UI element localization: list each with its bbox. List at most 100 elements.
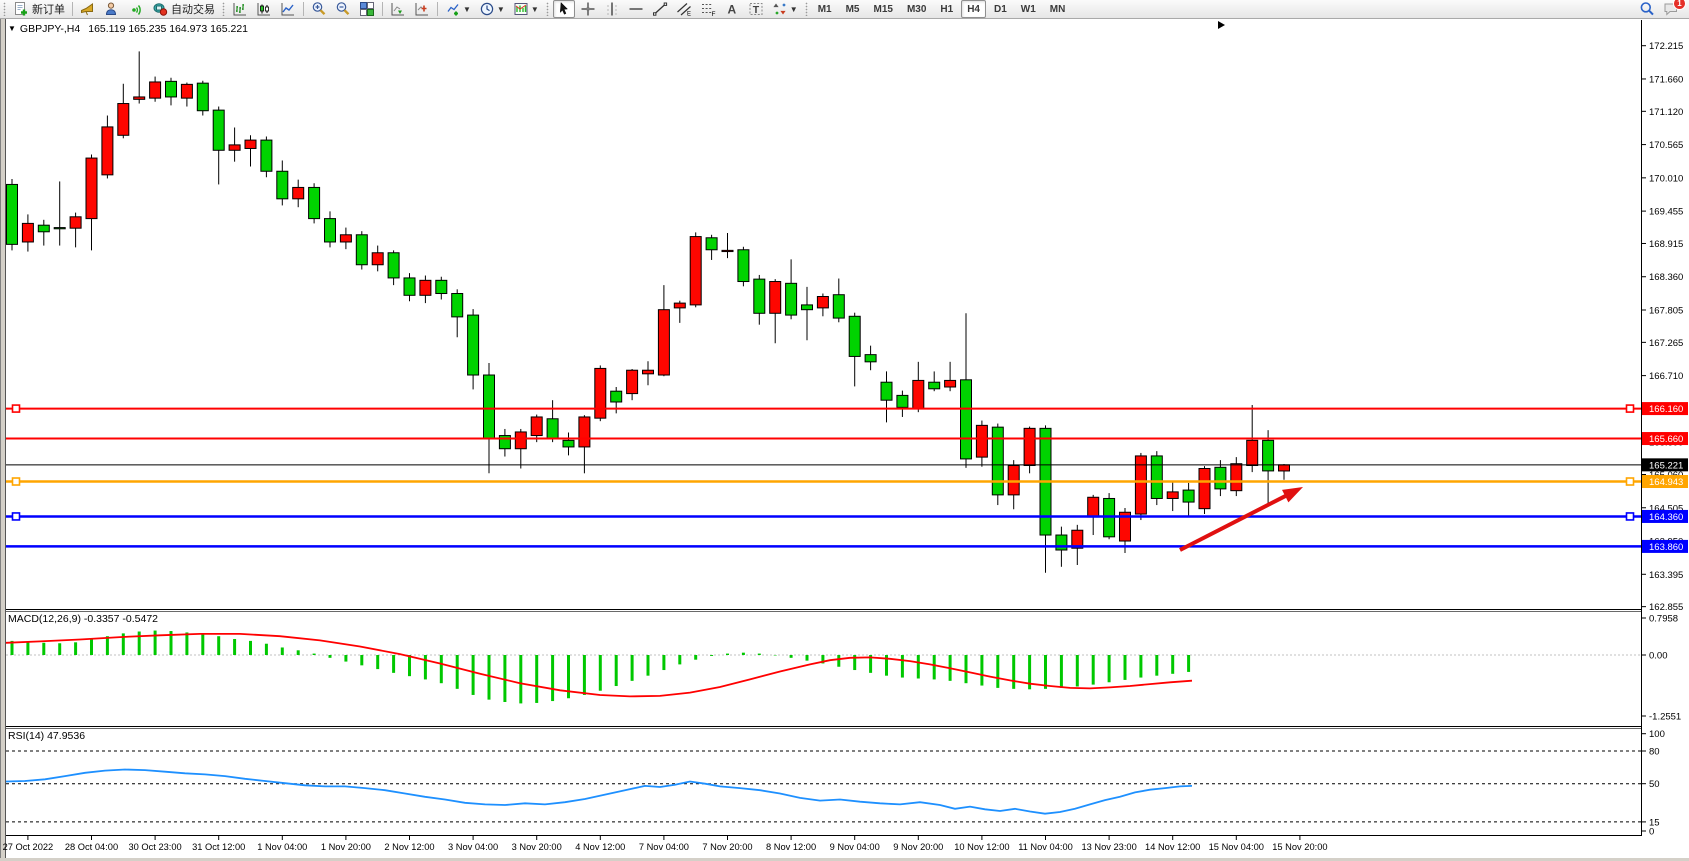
cursor-button[interactable]	[553, 0, 575, 18]
vline-button[interactable]	[601, 0, 623, 18]
svg-text:E: E	[687, 12, 691, 18]
line-handle[interactable]	[13, 405, 20, 412]
candle	[547, 419, 558, 439]
candle	[913, 380, 924, 408]
chart-shift-button[interactable]	[411, 0, 433, 18]
tf-mn-button[interactable]: MN	[1044, 0, 1072, 18]
zoom-in-button[interactable]	[308, 0, 330, 18]
candle	[54, 228, 65, 229]
auto-scroll-button[interactable]	[387, 0, 409, 18]
crosshair-icon	[580, 1, 596, 17]
candle	[277, 171, 288, 199]
indicators-button[interactable]: ▼	[442, 0, 474, 18]
line-handle[interactable]	[13, 513, 20, 520]
autotrade-button[interactable]: 自动交易	[149, 0, 218, 18]
candle	[452, 294, 463, 317]
svg-text:165.660: 165.660	[1649, 434, 1683, 445]
arrows-button[interactable]: ▼	[769, 0, 801, 18]
time-axis-label: 10 Nov 12:00	[954, 842, 1009, 852]
tf-d1-button[interactable]: D1	[988, 0, 1013, 18]
candle	[658, 310, 669, 375]
horn-icon	[80, 1, 96, 17]
candle	[754, 279, 765, 313]
zoom-out-button[interactable]	[332, 0, 354, 18]
time-axis-label: 1 Nov 20:00	[321, 842, 371, 852]
chat-button[interactable]: 1	[1660, 0, 1682, 18]
tf-m5-button[interactable]: M5	[840, 0, 866, 18]
rsi-axis-label: 0	[1649, 827, 1654, 838]
tf-m30-button[interactable]: M30	[901, 0, 932, 18]
search-button[interactable]	[1636, 0, 1658, 18]
rsi-axis-label: 50	[1649, 779, 1660, 790]
candle	[865, 355, 876, 362]
candle	[22, 223, 33, 242]
channel-button[interactable]: E	[673, 0, 695, 18]
crosshair-button[interactable]	[577, 0, 599, 18]
candle	[674, 303, 685, 308]
time-axis-label: 31 Oct 12:00	[192, 842, 245, 852]
templates-icon	[513, 1, 529, 17]
autotrade-button-label: 自动交易	[171, 1, 215, 17]
experts-button[interactable]	[101, 0, 123, 18]
periods-button[interactable]: ▼	[476, 0, 508, 18]
dropdown-caret-icon[interactable]: ▼	[790, 5, 798, 14]
candle	[929, 382, 940, 389]
candle	[38, 225, 49, 232]
text-button[interactable]: A	[721, 0, 743, 18]
line-chart-button[interactable]	[277, 0, 299, 18]
cursor-icon	[556, 1, 572, 17]
toolbar-grip[interactable]	[2, 2, 7, 16]
clock-icon	[479, 1, 495, 17]
price-axis-tick: 167.805	[1649, 305, 1683, 316]
price-axis-tick: 167.265	[1649, 338, 1683, 349]
chart-canvas[interactable]: 172.215171.660171.120170.565170.010169.4…	[0, 0, 1689, 861]
price-axis-tick: 162.855	[1649, 602, 1683, 613]
price-axis-tick: 172.215	[1649, 41, 1683, 52]
signal-icon	[128, 1, 144, 17]
candle	[229, 145, 240, 150]
candle-chart-button[interactable]	[253, 0, 275, 18]
toolbar-grip[interactable]	[804, 2, 809, 16]
tf-h1-button[interactable]: H1	[934, 0, 959, 18]
candle	[817, 297, 828, 308]
new-order-button[interactable]: 新订单	[10, 0, 68, 18]
dropdown-caret-icon[interactable]: ▼	[531, 5, 539, 14]
price-axis-tick: 168.915	[1649, 239, 1683, 250]
tf-w1-button[interactable]: W1	[1015, 0, 1042, 18]
time-axis-label: 9 Nov 20:00	[893, 842, 943, 852]
toolbar-right-group: 1	[1635, 0, 1683, 18]
macd-axis-label: 0.7958	[1649, 614, 1678, 625]
line-handle[interactable]	[13, 478, 20, 485]
candle	[197, 83, 208, 111]
tf-h4-button[interactable]: H4	[961, 0, 986, 18]
time-axis-label: 2 Nov 12:00	[384, 842, 434, 852]
fibonacci-button[interactable]: F	[697, 0, 719, 18]
hline-button[interactable]	[625, 0, 647, 18]
tf-m15-button[interactable]: M15	[868, 0, 899, 18]
templates-button[interactable]: ▼	[510, 0, 542, 18]
textlabel-button[interactable]: T	[745, 0, 767, 18]
svg-text:A: A	[727, 3, 736, 17]
bar-chart-button[interactable]	[229, 0, 251, 18]
candle	[499, 436, 510, 449]
sound-button[interactable]	[77, 0, 99, 18]
candle	[627, 370, 638, 393]
dropdown-caret-icon[interactable]: ▼	[463, 5, 471, 14]
tile-windows-button[interactable]	[356, 0, 378, 18]
dropdown-caret-icon[interactable]: ▼	[497, 5, 505, 14]
line-handle[interactable]	[1627, 513, 1634, 520]
signals-button[interactable]	[125, 0, 147, 18]
rsi-axis-label: 100	[1649, 729, 1665, 740]
toolbar-grip[interactable]	[221, 2, 226, 16]
time-axis-label: 15 Nov 04:00	[1209, 842, 1264, 852]
trendline-button[interactable]	[649, 0, 671, 18]
svg-text:166.160: 166.160	[1649, 404, 1683, 415]
candle	[961, 380, 972, 459]
price-axis-tick: 163.395	[1649, 570, 1683, 581]
time-axis-label: 14 Nov 12:00	[1145, 842, 1200, 852]
tf-m1-button[interactable]: M1	[812, 0, 838, 18]
toolbar-grip[interactable]	[545, 2, 550, 16]
indicators-icon	[445, 1, 461, 17]
line-handle[interactable]	[1627, 405, 1634, 412]
line-handle[interactable]	[1627, 478, 1634, 485]
